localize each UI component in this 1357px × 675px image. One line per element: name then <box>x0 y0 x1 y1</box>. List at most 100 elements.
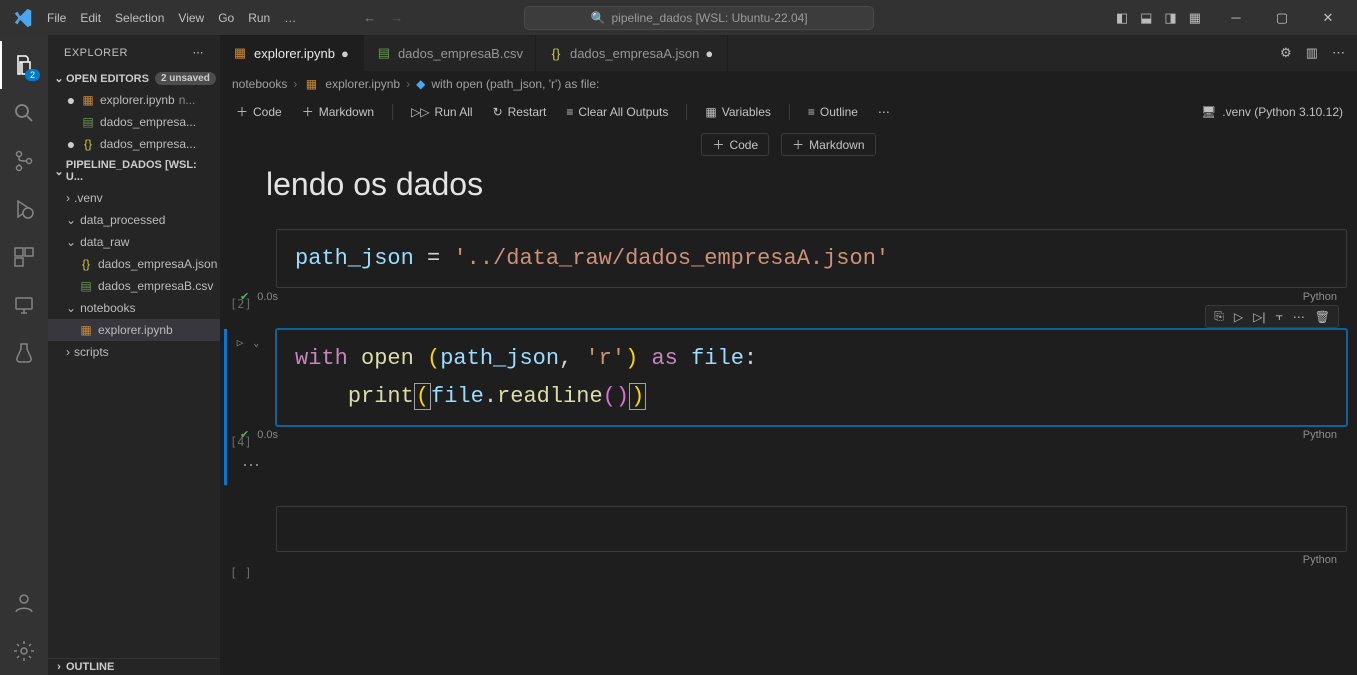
unsaved-badge: 2 unsaved <box>155 72 216 85</box>
tab-explorer-ipynb[interactable]: ▦ explorer.ipynb ● <box>220 35 364 71</box>
window-minimize-button[interactable]: ─ <box>1213 0 1259 35</box>
explorer-sidebar: EXPLORER ⋯ ⌄ OPEN EDITORS 2 unsaved ● ▦ … <box>48 35 220 675</box>
clear-outputs-button[interactable]: ≡Clear All Outputs <box>558 102 676 122</box>
activity-source-control[interactable] <box>0 137 48 185</box>
plus-icon: ＋ <box>236 103 248 120</box>
chevron-down-icon: ⌄ <box>52 72 66 85</box>
file-dados-empresaa-json[interactable]: {}dados_empresaA.json <box>48 253 220 275</box>
open-editor-item[interactable]: ▤ dados_empresa... <box>48 111 220 133</box>
code-cell[interactable]: ▷ ⌄ ⎘ ▷ ▷| ⫟ ⋯ 🗑 with open (path_json, '… <box>230 329 1347 445</box>
sidebar-title: EXPLORER <box>64 47 128 59</box>
cell-language[interactable]: Python <box>1303 429 1337 441</box>
tab-dados-empresab-csv[interactable]: ▤ dados_empresaB.csv <box>364 35 536 71</box>
layout-customize-icon[interactable]: ▦ <box>1189 10 1201 26</box>
open-editors-section[interactable]: ⌄ OPEN EDITORS 2 unsaved <box>48 70 220 87</box>
insert-code-button[interactable]: ＋Code <box>701 133 769 156</box>
chevron-down-icon: ⌄ <box>66 301 76 315</box>
code-cell[interactable]: path_json = '../data_raw/dados_empresaA.… <box>230 229 1347 307</box>
menu-run[interactable]: Run <box>241 11 277 25</box>
outline-button[interactable]: ≡Outline <box>800 102 866 122</box>
cell-language[interactable]: Python <box>1303 554 1337 566</box>
activity-search[interactable] <box>0 89 48 137</box>
cell-toolbar: ⎘ ▷ ▷| ⫟ ⋯ 🗑 <box>1205 305 1339 328</box>
notebook-file-icon: ▦ <box>78 322 94 338</box>
markdown-cell[interactable]: lendo os dados <box>220 160 1357 223</box>
command-center[interactable]: 🔍 pipeline_dados [WSL: Ubuntu-22.04] <box>524 6 874 30</box>
activity-testing[interactable] <box>0 329 48 377</box>
nav-forward-icon[interactable]: → <box>390 10 403 25</box>
kernel-picker[interactable]: 🖥 .venv (Python 3.10.12) <box>1201 105 1349 119</box>
workspace-section[interactable]: ⌄ PIPELINE_DADOS [WSL: U... <box>48 157 220 185</box>
split-cell-icon[interactable]: ⫟ <box>1275 309 1282 324</box>
cell-language[interactable]: Python <box>1303 291 1337 303</box>
activity-remote[interactable] <box>0 281 48 329</box>
folder-data-raw[interactable]: ⌄data_raw <box>48 231 220 253</box>
menu-more[interactable]: … <box>277 11 303 25</box>
execute-cell-icon[interactable]: ▷ <box>1234 310 1243 324</box>
outline-section[interactable]: › OUTLINE <box>48 658 220 675</box>
open-editor-item[interactable]: ● {} dados_empresa... <box>48 133 220 155</box>
run-cell-button[interactable]: ▷ <box>237 336 244 349</box>
notebook-diff-icon[interactable]: ⚙ <box>1280 45 1292 61</box>
dirty-dot-icon: ● <box>341 46 351 61</box>
activity-explorer[interactable]: 2 <box>0 41 48 89</box>
menu-selection[interactable]: Selection <box>108 11 171 25</box>
more-actions-icon[interactable]: ⋯ <box>1332 45 1345 61</box>
exec-time: 0.0s <box>257 291 278 303</box>
layout-secondary-icon[interactable]: ◨ <box>1164 10 1176 26</box>
variables-button[interactable]: ▦Variables <box>697 102 778 122</box>
restart-button[interactable]: ↻Restart <box>485 102 555 122</box>
run-by-line-icon[interactable]: ⎘ <box>1214 309 1224 324</box>
run-all-button[interactable]: ▷▷Run All <box>403 102 481 122</box>
file-dados-empresab-csv[interactable]: ▤dados_empresaB.csv <box>48 275 220 297</box>
activity-settings[interactable] <box>0 627 48 675</box>
code-cell[interactable]: [ ] Python <box>230 506 1347 570</box>
notebook-toolbar: ＋Code ＋Markdown ▷▷Run All ↻Restart ≡Clea… <box>220 97 1357 127</box>
folder-venv[interactable]: ›.venv <box>48 187 220 209</box>
more-cell-icon[interactable]: ⋯ <box>1293 310 1305 324</box>
menu-go[interactable]: Go <box>211 11 241 25</box>
delete-cell-icon[interactable]: 🗑 <box>1315 310 1330 324</box>
activity-extensions[interactable] <box>0 233 48 281</box>
tab-dados-empresaa-json[interactable]: {} dados_empresaA.json ● <box>536 35 728 71</box>
activity-accounts[interactable] <box>0 579 48 627</box>
execute-above-icon[interactable]: ▷| <box>1253 310 1265 324</box>
folder-notebooks[interactable]: ⌄notebooks <box>48 297 220 319</box>
folder-data-processed[interactable]: ⌄data_processed <box>48 209 220 231</box>
nav-back-icon[interactable]: ← <box>363 10 376 25</box>
execution-count: [2] <box>230 297 252 311</box>
add-markdown-button[interactable]: ＋Markdown <box>294 100 382 123</box>
chevron-right-icon: › <box>66 191 70 205</box>
json-file-icon: {} <box>78 256 94 272</box>
sidebar-more-icon[interactable]: ⋯ <box>193 46 205 59</box>
menu-edit[interactable]: Edit <box>73 11 108 25</box>
editor-tabs: ▦ explorer.ipynb ● ▤ dados_empresaB.csv … <box>220 35 1357 71</box>
folder-scripts[interactable]: ›scripts <box>48 341 220 363</box>
window-close-button[interactable]: ✕ <box>1305 0 1351 35</box>
code-editor[interactable]: with open (path_json, 'r') as file: prin… <box>277 330 1346 425</box>
toolbar-more-button[interactable]: ⋯ <box>870 102 898 122</box>
breadcrumbs[interactable]: notebooks› ▦ explorer.ipynb› ◆ with open… <box>220 71 1357 97</box>
add-code-button[interactable]: ＋Code <box>228 100 290 123</box>
split-editor-icon[interactable]: ▥ <box>1306 45 1318 61</box>
restart-icon: ↻ <box>493 105 503 119</box>
run-all-icon: ▷▷ <box>411 105 429 119</box>
code-editor[interactable] <box>277 507 1346 551</box>
code-editor[interactable]: path_json = '../data_raw/dados_empresaA.… <box>277 230 1346 287</box>
menu-file[interactable]: File <box>40 11 73 25</box>
chevron-right-icon: › <box>52 661 66 673</box>
collapsed-indicator[interactable]: ⋯ <box>220 451 1357 480</box>
layout-panel-icon[interactable]: ⬓ <box>1140 10 1152 26</box>
file-explorer-ipynb[interactable]: ▦explorer.ipynb <box>48 319 220 341</box>
insert-markdown-button[interactable]: ＋Markdown <box>781 133 875 156</box>
vscode-logo-icon <box>12 7 34 29</box>
menu-view[interactable]: View <box>171 11 211 25</box>
chevron-down-icon[interactable]: ⌄ <box>253 338 259 349</box>
activity-run-debug[interactable] <box>0 185 48 233</box>
window-maximize-button[interactable]: ▢ <box>1259 0 1305 35</box>
markdown-heading: lendo os dados <box>266 166 1357 203</box>
plus-icon: ＋ <box>712 136 724 153</box>
open-editor-item[interactable]: ● ▦ explorer.ipynb n... <box>48 89 220 111</box>
layout-primary-icon[interactable]: ◧ <box>1116 10 1128 26</box>
command-center-text: pipeline_dados [WSL: Ubuntu-22.04] <box>612 11 808 25</box>
